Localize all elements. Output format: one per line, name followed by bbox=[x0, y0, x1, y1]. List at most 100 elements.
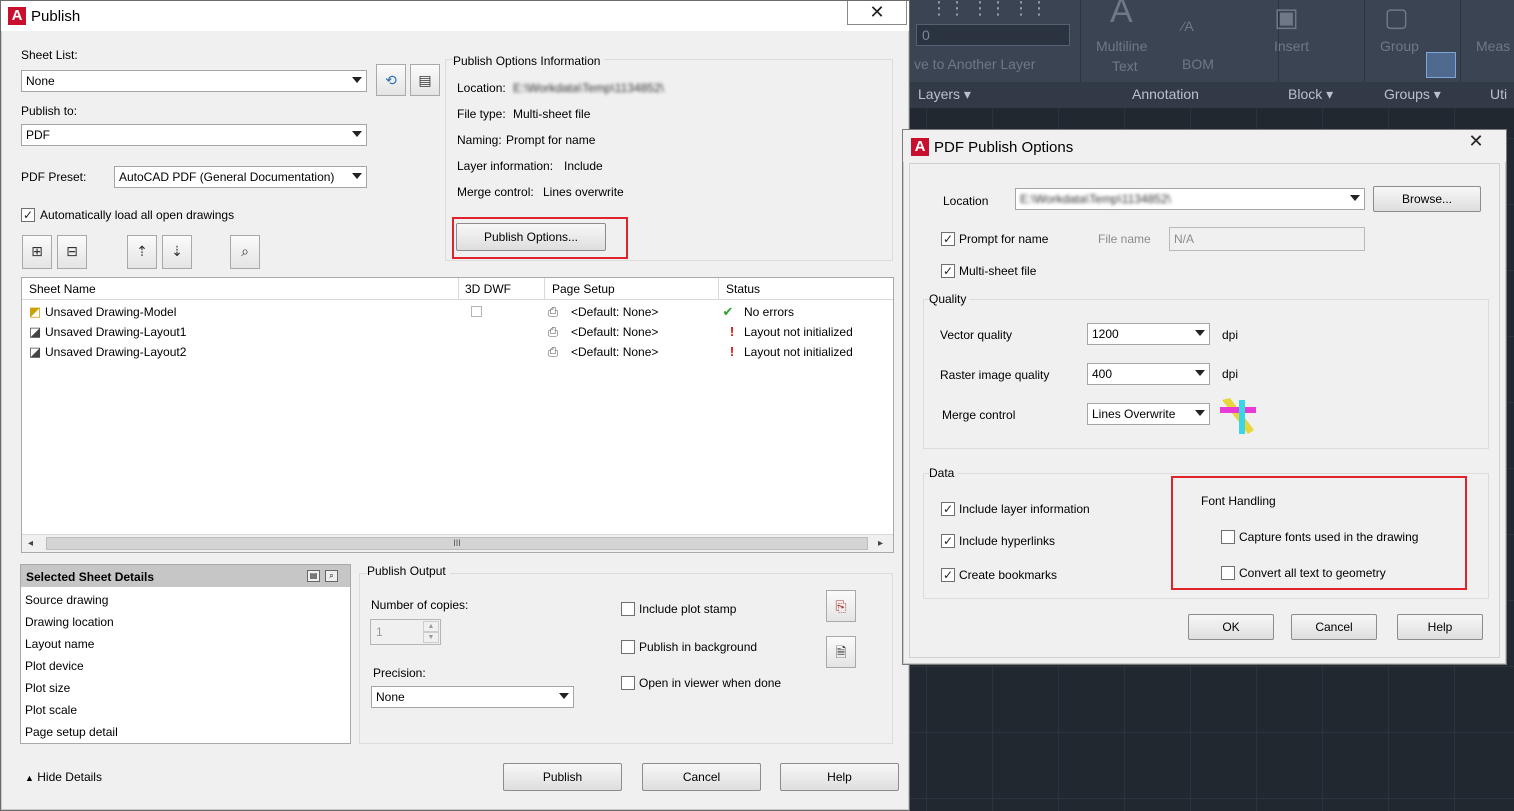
raster-quality-value: 400 bbox=[1092, 367, 1113, 381]
background-label: Publish in background bbox=[639, 640, 758, 654]
merge-control-select[interactable]: Lines Overwrite bbox=[1087, 403, 1210, 425]
copies-value: 1 bbox=[376, 625, 383, 639]
col-3d-dwf[interactable]: 3D DWF bbox=[465, 282, 511, 296]
add-sheets-button[interactable]: ⊞ bbox=[22, 235, 52, 269]
page-setup-warning-icon: ⎙ bbox=[547, 344, 559, 359]
layer-combo[interactable]: 0 bbox=[916, 24, 1070, 46]
page-setup-value[interactable]: <Default: None> bbox=[571, 325, 658, 339]
details-preview-icon[interactable]: ⌕ bbox=[325, 570, 338, 582]
move-up-icon: ⇡ bbox=[136, 243, 148, 259]
plot-stamp-checkbox[interactable] bbox=[621, 602, 635, 616]
file-name-field[interactable]: N/A bbox=[1169, 227, 1365, 251]
group-select-toggle[interactable] bbox=[1426, 52, 1456, 78]
stepper-up-icon[interactable]: ▲ bbox=[423, 621, 439, 632]
table-row[interactable]: ◩ Unsaved Drawing-Model ⎙ <Default: None… bbox=[22, 302, 892, 322]
scroll-thumb[interactable]: III bbox=[46, 537, 868, 550]
bom-label[interactable]: BOM bbox=[1182, 56, 1214, 72]
close-button[interactable]: ✕ bbox=[1447, 130, 1505, 154]
preview-button[interactable]: ⌕ bbox=[230, 235, 260, 269]
cancel-button[interactable]: Cancel bbox=[1291, 614, 1377, 640]
precision-select[interactable]: None bbox=[371, 686, 574, 708]
measure-label[interactable]: Meas bbox=[1476, 38, 1510, 54]
detail-drawing-location: Drawing location bbox=[25, 615, 114, 629]
create-bookmarks-checkbox[interactable] bbox=[941, 568, 955, 582]
group-icon[interactable]: ▢ bbox=[1384, 2, 1409, 33]
help-button[interactable]: Help bbox=[1397, 614, 1483, 640]
multiline-text-label-2[interactable]: Text bbox=[1112, 58, 1138, 74]
panel-utilities[interactable]: Uti bbox=[1490, 86, 1507, 102]
layer-tool-icons[interactable]: ⋮⋮ ⋮⋮ ⋮⋮ bbox=[930, 0, 1048, 19]
move-to-layer-label[interactable]: ve to Another Layer bbox=[914, 56, 1035, 72]
page-setup-value[interactable]: <Default: None> bbox=[571, 305, 658, 319]
scroll-right-icon[interactable]: ▸ bbox=[878, 538, 883, 549]
col-page-setup[interactable]: Page Setup bbox=[552, 282, 615, 296]
publish-button[interactable]: Publish bbox=[503, 763, 622, 791]
pdf-preset-select[interactable]: AutoCAD PDF (General Documentation) bbox=[114, 166, 367, 188]
scroll-left-icon[interactable]: ◂ bbox=[28, 538, 33, 549]
col-status[interactable]: Status bbox=[726, 282, 760, 296]
panel-block[interactable]: Block ▾ bbox=[1288, 86, 1333, 103]
sheet-list-value: None bbox=[26, 74, 55, 88]
chevron-down-icon bbox=[352, 173, 362, 179]
table-row[interactable]: ◪ Unsaved Drawing-Layout1 ⎙ <Default: No… bbox=[22, 322, 892, 342]
folder-open-icon: ⟲ bbox=[385, 72, 397, 88]
prompt-for-name-checkbox[interactable] bbox=[941, 232, 955, 246]
publish-options-info-title: Publish Options Information bbox=[453, 54, 605, 68]
insert-block-icon[interactable]: ▣ bbox=[1274, 2, 1299, 33]
vector-quality-select[interactable]: 1200 bbox=[1087, 323, 1210, 345]
help-button[interactable]: Help bbox=[780, 763, 899, 791]
publish-output-settings-button[interactable]: 🗎 bbox=[826, 636, 856, 668]
prompt-for-name-label: Prompt for name bbox=[959, 232, 1049, 246]
page-setup-value[interactable]: <Default: None> bbox=[571, 345, 658, 359]
multiline-text-label-1[interactable]: Multiline bbox=[1096, 38, 1147, 54]
ok-button[interactable]: OK bbox=[1188, 614, 1274, 640]
multi-sheet-checkbox[interactable] bbox=[941, 264, 955, 278]
panel-annotation[interactable]: Annotation bbox=[1132, 86, 1199, 102]
background-checkbox[interactable] bbox=[621, 640, 635, 654]
move-sheet-up-button[interactable]: ⇡ bbox=[127, 235, 157, 269]
3d-dwf-checkbox[interactable] bbox=[471, 306, 482, 317]
publish-to-select[interactable]: PDF bbox=[21, 124, 367, 146]
copies-stepper[interactable]: 1 ▲ ▼ bbox=[370, 619, 441, 645]
location-select[interactable]: E:\Workdata\Temp\1134852\ bbox=[1015, 188, 1365, 210]
quality-title: Quality bbox=[929, 292, 970, 306]
pdf-preset-label: PDF Preset: bbox=[21, 170, 87, 184]
remove-sheets-button[interactable]: ⊟ bbox=[57, 235, 87, 269]
sheet-list-select[interactable]: None bbox=[21, 70, 367, 92]
precision-label: Precision: bbox=[373, 666, 426, 680]
load-sheet-list-button[interactable]: ⟲ bbox=[376, 64, 406, 96]
include-layer-info-checkbox[interactable] bbox=[941, 502, 955, 516]
raster-quality-select[interactable]: 400 bbox=[1087, 363, 1210, 385]
hide-details-label: Hide Details bbox=[37, 770, 102, 784]
browse-button[interactable]: Browse... bbox=[1373, 186, 1481, 212]
save-disk-icon: ▤ bbox=[418, 72, 432, 88]
plot-stamp-settings-button[interactable]: ⎘ bbox=[826, 590, 856, 622]
hide-details-link[interactable]: ▲ Hide Details bbox=[25, 770, 102, 784]
multi-sheet-label: Multi-sheet file bbox=[959, 264, 1037, 278]
insert-label[interactable]: Insert bbox=[1274, 38, 1309, 54]
group-label[interactable]: Group bbox=[1380, 38, 1419, 54]
include-hyperlinks-checkbox[interactable] bbox=[941, 534, 955, 548]
auto-load-checkbox[interactable] bbox=[21, 208, 35, 222]
detail-plot-size: Plot size bbox=[25, 681, 71, 695]
dimension-icon[interactable]: ⁄A bbox=[1182, 18, 1194, 34]
open-viewer-checkbox[interactable] bbox=[621, 676, 635, 690]
triangle-up-icon: ▲ bbox=[25, 773, 34, 783]
page-setup-icon: ⎙ bbox=[547, 304, 559, 319]
details-view-icon[interactable]: ▤ bbox=[307, 570, 320, 582]
horizontal-scrollbar[interactable]: ◂ III ▸ bbox=[22, 534, 893, 552]
cancel-button[interactable]: Cancel bbox=[642, 763, 761, 791]
close-button[interactable]: ✕ bbox=[847, 1, 907, 25]
layer-combo-value: 0 bbox=[922, 27, 930, 43]
include-layer-info-label: Include layer information bbox=[959, 502, 1090, 516]
save-sheet-list-button[interactable]: ▤ bbox=[410, 64, 440, 96]
panel-groups[interactable]: Groups ▾ bbox=[1384, 86, 1441, 103]
status-value: Layout not initialized bbox=[744, 345, 853, 359]
stepper-down-icon[interactable]: ▼ bbox=[423, 632, 439, 643]
table-row[interactable]: ◪ Unsaved Drawing-Layout2 ⎙ <Default: No… bbox=[22, 342, 892, 362]
multiline-text-icon[interactable]: A bbox=[1110, 0, 1133, 31]
panel-layers[interactable]: Layers ▾ bbox=[918, 86, 971, 103]
col-sheet-name[interactable]: Sheet Name bbox=[29, 282, 96, 296]
vector-quality-label: Vector quality bbox=[940, 328, 1013, 342]
move-sheet-down-button[interactable]: ⇣ bbox=[162, 235, 192, 269]
